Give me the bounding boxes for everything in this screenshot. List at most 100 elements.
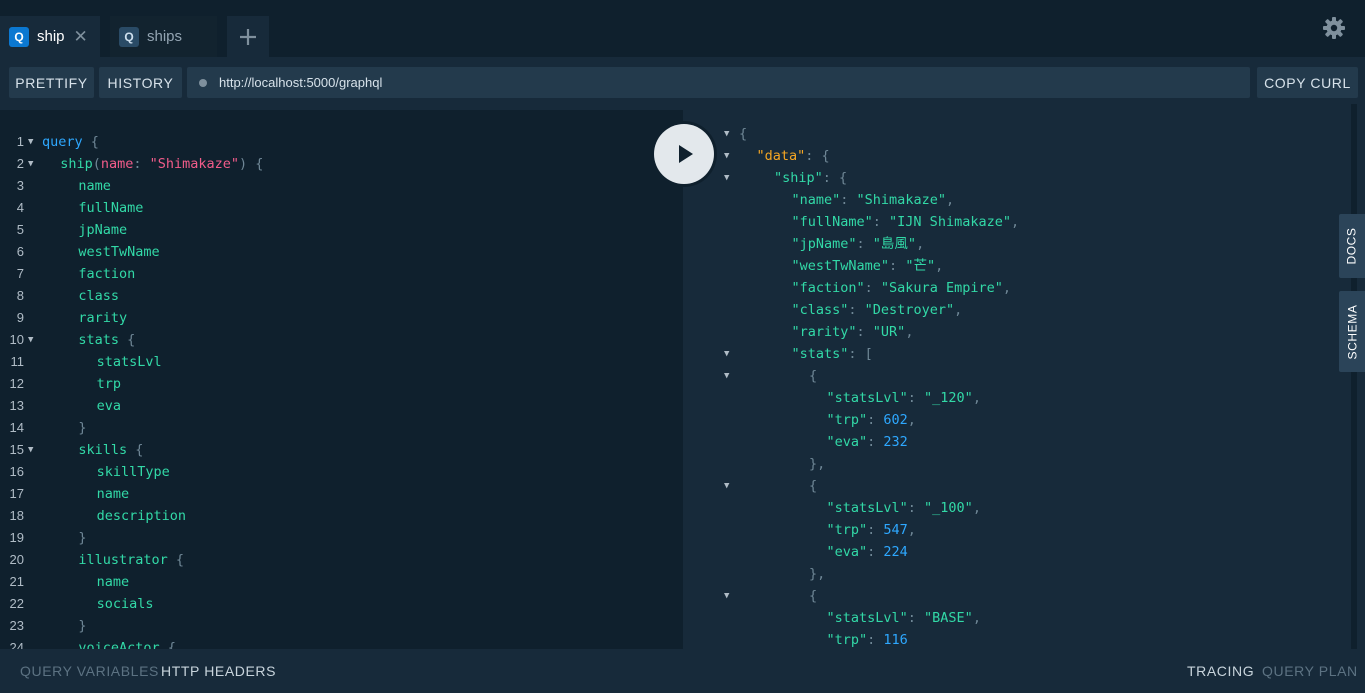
json-text: {: [809, 365, 817, 387]
code-token: name: [96, 574, 130, 590]
line-number: 22: [9, 596, 24, 611]
json-token: },: [809, 566, 826, 582]
result-line: "class": "Destroyer",: [683, 299, 1351, 321]
query-line[interactable]: 8 class: [0, 285, 683, 307]
json-token: "data": [756, 148, 806, 164]
json-token: :: [907, 610, 925, 626]
code-text: }: [78, 417, 86, 439]
result-scrollbar[interactable]: [1351, 104, 1357, 649]
fold-arrow-icon[interactable]: ▼: [724, 145, 729, 167]
code-token: }: [78, 618, 87, 634]
line-number: 24: [9, 640, 24, 649]
query-line[interactable]: 18 description: [0, 505, 683, 527]
json-text: "data": {: [757, 145, 830, 167]
result-line: },: [683, 453, 1351, 475]
endpoint-url-input[interactable]: [217, 74, 1121, 91]
query-line[interactable]: 17 name: [0, 483, 683, 505]
query-line[interactable]: 13 eva: [0, 395, 683, 417]
result-line: ▼ "stats": [: [683, 343, 1351, 365]
query-line[interactable]: 3 name: [0, 175, 683, 197]
copy-curl-button[interactable]: COPY CURL: [1257, 67, 1358, 98]
code-token: {: [167, 552, 185, 568]
query-line[interactable]: 24 voiceActor {: [0, 637, 683, 649]
fold-arrow-icon[interactable]: ▼: [724, 365, 729, 387]
line-number: 17: [9, 486, 24, 501]
result-line: ▼{: [683, 475, 1351, 497]
new-tab-button[interactable]: [227, 16, 269, 57]
json-text: "faction": "Sakura Empire",: [792, 277, 1011, 299]
fold-arrow-icon[interactable]: ▼: [28, 439, 33, 461]
fold-arrow-icon[interactable]: ▼: [28, 131, 33, 153]
json-token: "eva": [826, 544, 868, 560]
query-line[interactable]: 14}: [0, 417, 683, 439]
query-line[interactable]: 16 skillType: [0, 461, 683, 483]
query-line[interactable]: 9 rarity: [0, 307, 683, 329]
json-text: },: [809, 453, 825, 475]
query-line[interactable]: 15 ▼ skills {: [0, 439, 683, 461]
query-line[interactable]: 11 statsLvl: [0, 351, 683, 373]
json-token: "Shimakaze": [856, 192, 946, 208]
history-button[interactable]: HISTORY: [99, 67, 182, 98]
toolbar: PRETTIFY HISTORY COPY CURL: [0, 57, 1365, 110]
fold-arrow-icon[interactable]: ▼: [724, 343, 729, 365]
run-query-button[interactable]: [651, 121, 717, 187]
query-line[interactable]: 5 jpName: [0, 219, 683, 241]
query-plan-tab[interactable]: QUERY PLAN: [1262, 663, 1358, 679]
docs-tab[interactable]: DOCS: [1339, 214, 1365, 278]
close-icon[interactable]: ✕: [74, 28, 88, 45]
query-line[interactable]: 20 illustrator {: [0, 549, 683, 571]
query-line[interactable]: 10 ▼ stats {: [0, 329, 683, 351]
json-token: : {: [822, 170, 848, 186]
gear-icon[interactable]: [1322, 16, 1346, 40]
json-text: },: [809, 563, 825, 585]
code-token: fullName: [78, 200, 144, 216]
endpoint-url-bar: [187, 67, 1250, 98]
fold-arrow-icon[interactable]: ▼: [724, 167, 729, 189]
json-text: "statsLvl": "_120",: [827, 387, 981, 409]
fold-arrow-icon[interactable]: ▼: [724, 585, 729, 607]
query-line[interactable]: 19}: [0, 527, 683, 549]
json-token: "_100": [924, 500, 973, 516]
schema-tab[interactable]: SCHEMA: [1339, 291, 1365, 372]
fold-arrow-icon[interactable]: ▼: [724, 123, 729, 145]
json-token: {: [809, 368, 818, 384]
json-token: :: [872, 214, 890, 230]
json-token: 116: [883, 632, 908, 648]
query-variables-tab[interactable]: QUERY VARIABLES: [20, 663, 159, 679]
line-number: 9: [16, 310, 24, 325]
tab-ship[interactable]: Q ship ✕: [0, 16, 100, 57]
query-line[interactable]: 7 faction: [0, 263, 683, 285]
json-token: "statsLvl": [826, 610, 908, 626]
fold-arrow-icon[interactable]: ▼: [724, 475, 729, 497]
code-token: trp: [96, 376, 121, 392]
tracing-tab[interactable]: TRACING: [1187, 663, 1254, 679]
query-editor[interactable]: 1 ▼ query {2 ▼ ship(name: "Shimakaze") {3 nam…: [0, 110, 683, 649]
json-token: "trp": [826, 632, 868, 648]
prettify-button[interactable]: PRETTIFY: [9, 67, 94, 98]
fold-arrow-icon[interactable]: ▼: [28, 329, 33, 351]
query-line[interactable]: 23}: [0, 615, 683, 637]
query-line[interactable]: 4 fullName: [0, 197, 683, 219]
query-line[interactable]: 21 name: [0, 571, 683, 593]
result-line: "eva": 224: [683, 541, 1351, 563]
query-line[interactable]: 12 trp: [0, 373, 683, 395]
code-token: socials: [96, 596, 154, 612]
fold-arrow-icon[interactable]: ▼: [28, 153, 33, 175]
tab-ships[interactable]: Q ships: [110, 16, 217, 57]
http-headers-tab[interactable]: HTTP HEADERS: [161, 663, 276, 679]
line-number: 14: [9, 420, 24, 435]
query-line[interactable]: 2 ▼ ship(name: "Shimakaze") {: [0, 153, 683, 175]
query-line[interactable]: 22 socials: [0, 593, 683, 615]
json-token: "jpName": [791, 236, 857, 252]
code-text: eva: [97, 395, 121, 417]
json-text: "jpName": "島風",: [792, 233, 925, 255]
json-text: "westTwName": "芒",: [792, 255, 944, 277]
json-token: "BASE": [924, 610, 973, 626]
query-line[interactable]: 6 westTwName: [0, 241, 683, 263]
query-line[interactable]: 1 ▼ query {: [0, 131, 683, 153]
code-token: ship: [60, 156, 93, 172]
schema-tab-label: SCHEMA: [1345, 304, 1360, 359]
code-token: name: [96, 486, 130, 502]
json-token: 602: [883, 412, 908, 428]
code-text: description: [97, 505, 186, 527]
